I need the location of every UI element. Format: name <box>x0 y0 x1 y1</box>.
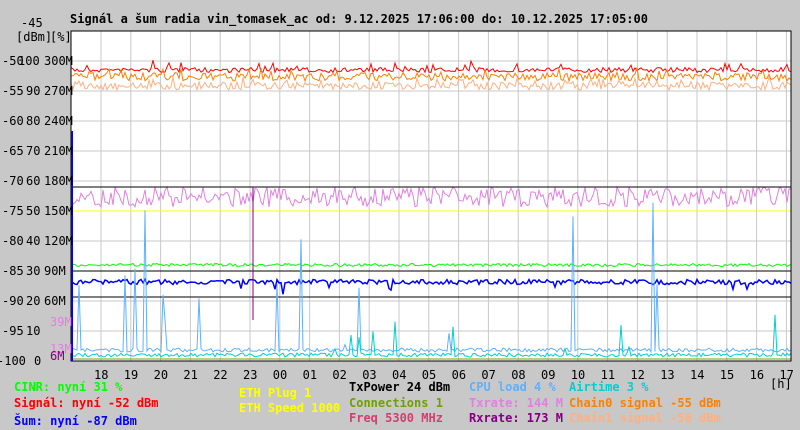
legend-txpower: TxPower 24 dBm <box>349 380 451 394</box>
x-unit: [h] <box>770 377 792 391</box>
y-tick-dbm: -55 <box>2 84 24 98</box>
legend-chain1: Chain1 signal -56 dBm <box>569 411 721 425</box>
y-tick-pct: 40 <box>26 234 41 248</box>
x-tick-label: 00 <box>272 368 288 382</box>
legend-freq: Freq 5300 MHz <box>349 411 443 425</box>
legend-chain0: Chain0 signal -55 dBm <box>569 396 721 410</box>
x-tick-label: 06 <box>451 368 467 382</box>
y-tick-dbm: -90 <box>2 294 24 308</box>
y-tick-pct: 80 <box>26 114 41 128</box>
y-tick-rate: 240M <box>44 114 73 128</box>
y-tick-rate: 300M <box>44 54 73 68</box>
legend-eth-plug: ETH Plug 1 <box>239 386 312 400</box>
y-tick-dbm: -95 <box>2 324 24 338</box>
y-tick-pct: 50 <box>26 204 41 218</box>
y-tick-dbm: -70 <box>2 174 24 188</box>
y-tick-rate: 150M <box>44 204 73 218</box>
y-tick-extra: 6M <box>50 349 65 363</box>
y-tick-pct: 70 <box>26 144 41 158</box>
x-tick-label: 15 <box>719 368 735 382</box>
x-tick-label: 01 <box>302 368 318 382</box>
y-tick-dbm: -85 <box>2 264 24 278</box>
x-tick-label: 20 <box>153 368 169 382</box>
y-tick-pct: 60 <box>26 174 41 188</box>
legend-cinr: CINR: nyní 31 % <box>14 380 123 394</box>
y-tick-rate: 210M <box>44 144 73 158</box>
legend-connections: Connections 1 <box>349 396 443 410</box>
y-tick-dbm: -75 <box>2 204 24 218</box>
x-tick-label: 13 <box>660 368 675 382</box>
y-tick-dbm: -100 <box>0 354 26 368</box>
y-tick-dbm: -80 <box>2 234 24 248</box>
y-tick-rate: 60M <box>44 294 66 308</box>
y-tick-pct: 100 <box>18 54 40 68</box>
y-unit-pct: [%] <box>50 30 72 44</box>
y-tick-rate: 120M <box>44 234 73 248</box>
y-tick-pct: 20 <box>26 294 41 308</box>
x-tick-label: 16 <box>749 368 765 382</box>
legend-eth-speed: ETH Speed 1000 <box>239 401 341 415</box>
x-tick-label: 02 <box>332 368 347 382</box>
legend-noise: Šum: nyní -87 dBm <box>14 414 137 428</box>
legend-txrate: Txrate: 144 M <box>469 396 563 410</box>
y-tick-rate: 180M <box>44 174 73 188</box>
y-unit-dbm: [dBm] <box>16 30 53 44</box>
x-tick-label: 21 <box>183 368 198 382</box>
y-tick-dbm: -45 <box>21 16 43 30</box>
legend-signal: Signál: nyní -52 dBm <box>14 396 159 410</box>
y-tick-pct: 10 <box>26 324 41 338</box>
legend-cpu: CPU load 4 % <box>469 380 556 394</box>
x-tick-label: 22 <box>213 368 228 382</box>
y-tick-pct: 0 <box>34 354 42 368</box>
y-tick-pct: 30 <box>26 264 41 278</box>
plot-area <box>70 30 792 362</box>
y-tick-rate: 90M <box>44 264 66 278</box>
legend-airtime: Airtime 3 % <box>569 380 649 394</box>
y-tick-extra: 39M <box>50 315 72 329</box>
x-tick-label: 23 <box>243 368 258 382</box>
x-tick-label: 19 <box>123 368 139 382</box>
y-tick-pct: 90 <box>26 84 41 98</box>
chart-title: Signál a šum radia vin_tomasek_ac od: 9.… <box>70 12 648 26</box>
chart: Signál a šum radia vin_tomasek_ac od: 9.… <box>0 0 800 430</box>
y-tick-dbm: -65 <box>2 144 24 158</box>
y-tick-rate: 270M <box>44 84 73 98</box>
x-tick-label: 14 <box>690 368 705 382</box>
legend-rxrate: Rxrate: 173 M <box>469 411 563 425</box>
y-tick-dbm: -60 <box>2 114 24 128</box>
